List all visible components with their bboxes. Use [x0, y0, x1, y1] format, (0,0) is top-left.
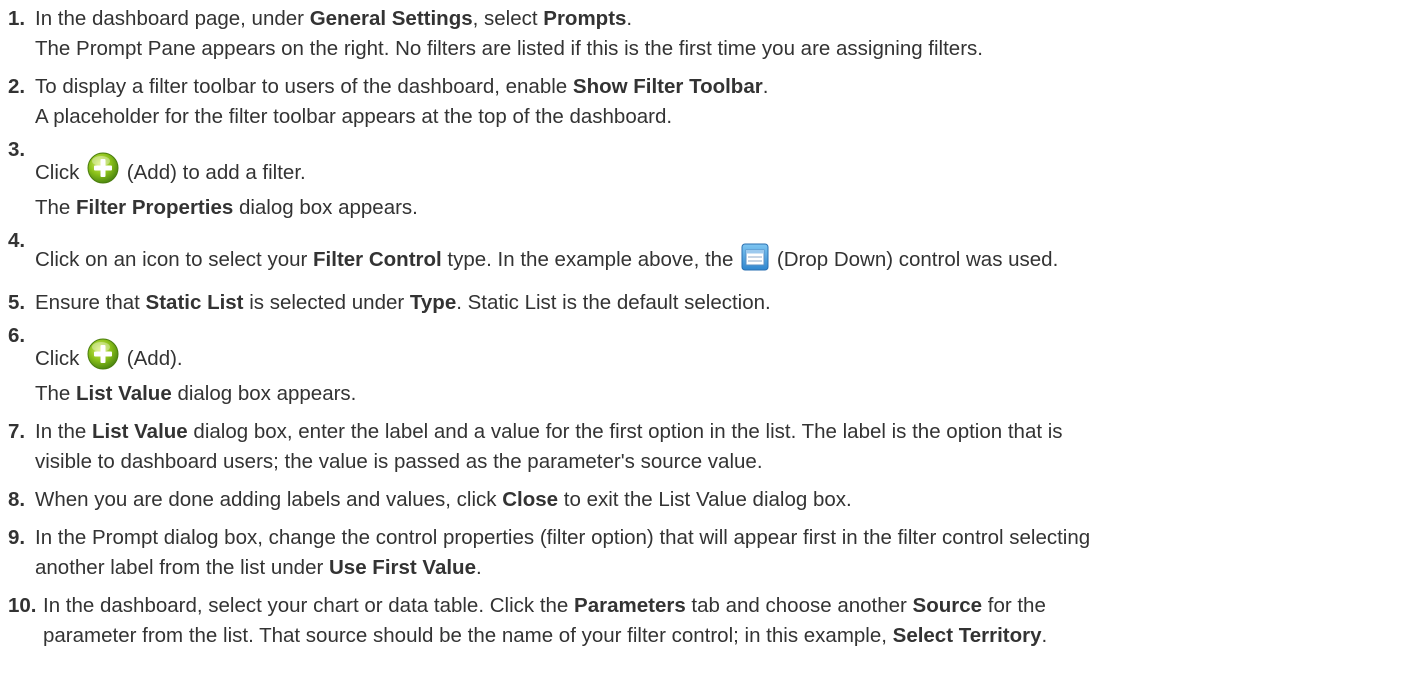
emphasized-term: Parameters [574, 594, 686, 617]
step-text: . Static List is the default selection. [456, 291, 771, 314]
emphasized-term: List Value [76, 382, 172, 405]
step-item: 7. In the List Value dialog box, enter th… [8, 417, 1418, 477]
step-text: another label from the list under [35, 556, 329, 579]
emphasized-term: Show Filter Toolbar [572, 75, 763, 98]
step-text: dialog box, enter the label and a value … [187, 420, 1063, 443]
step-text: (Drop Down) control was used. [771, 248, 1059, 271]
step-text: . [626, 7, 633, 30]
step-number: 8. [8, 488, 26, 511]
step-text-line: In the List Value dialog box, enter the … [35, 417, 1418, 447]
step-item: 6. Click (Add). The List Value dialog box … [8, 324, 1418, 409]
step-text: Click on an icon to select your [35, 248, 314, 271]
step-text: In the [35, 420, 92, 443]
step-text: . [475, 556, 482, 579]
step-number: 7. [8, 420, 26, 443]
step-text-line: In the Prompt dialog box, change the con… [35, 523, 1418, 553]
step-text: In the dashboard page, under [35, 7, 310, 30]
emphasized-term: Source [912, 594, 983, 617]
emphasized-term: Filter Control [313, 248, 442, 271]
step-text-line: another label from the list under Use Fi… [35, 553, 1418, 583]
step-text: The [35, 382, 77, 405]
step-item: 5. Ensure that Static List is selected un… [8, 288, 1418, 318]
step-text-line: In the dashboard page, under General Set… [35, 4, 1418, 34]
step-number: 1. [8, 7, 26, 30]
step-text: (Add) to add a filter. [121, 161, 306, 184]
step-text-line: In the dashboard, select your chart or d… [43, 591, 1418, 621]
step-text: , select [472, 7, 544, 30]
emphasized-term: Use First Value [329, 556, 476, 579]
step-text-line: Click (Add) to add a filter. [35, 140, 1418, 193]
emphasized-term: Filter Properties [76, 196, 234, 219]
step-text: visible to dashboard users; the value is… [35, 450, 763, 473]
step-text: When you are done adding labels and valu… [35, 488, 503, 511]
emphasized-term: Close [502, 488, 559, 511]
step-text: type. In the example above, the [441, 248, 740, 271]
step-text: dialog box appears. [233, 196, 418, 219]
step-number: 2. [8, 75, 26, 98]
step-text: A placeholder for the filter toolbar app… [35, 105, 673, 128]
emphasized-term: Static List [145, 291, 244, 314]
step-text: Click [35, 347, 86, 370]
step-number: 9. [8, 526, 26, 549]
emphasized-term: Select Territory [892, 624, 1042, 647]
add-icon [87, 152, 119, 193]
step-item: 3. Click (Add) to add a filter. The Filter… [8, 138, 1418, 223]
step-text: To display a filter toolbar to users of … [35, 75, 573, 98]
step-text-line: Ensure that Static List is selected unde… [35, 288, 1418, 318]
step-number: 10. [8, 594, 37, 617]
step-text-line: To display a filter toolbar to users of … [35, 72, 1418, 102]
step-text: The Prompt Pane appears on the right. No… [35, 37, 983, 60]
step-text-line: parameter from the list. That source sho… [43, 621, 1418, 651]
emphasized-term: Type [409, 291, 457, 314]
step-text-line: Click (Add). [35, 326, 1418, 379]
emphasized-term: List Value [92, 420, 188, 443]
step-text: for the [982, 594, 1046, 617]
emphasized-term: Prompts [543, 7, 627, 30]
step-text-line: The Prompt Pane appears on the right. No… [35, 34, 1418, 64]
step-item: 10. In the dashboard, select your chart o… [8, 591, 1418, 651]
instruction-steps: 1. In the dashboard page, under General S… [8, 4, 1418, 659]
step-text: parameter from the list. That source sho… [43, 624, 893, 647]
step-text-line: visible to dashboard users; the value is… [35, 447, 1418, 477]
step-number: 4. [8, 229, 26, 252]
step-number: 6. [8, 324, 26, 347]
step-text-line: The Filter Properties dialog box appears… [35, 193, 1418, 223]
step-item: 2. To display a filter toolbar to users o… [8, 72, 1418, 132]
step-text-line: Click on an icon to select your Filter C… [35, 231, 1418, 280]
step-text: In the dashboard, select your chart or d… [43, 594, 575, 617]
step-text: . [762, 75, 769, 98]
dropdown-control-icon [741, 243, 769, 280]
step-text-line: A placeholder for the filter toolbar app… [35, 102, 1418, 132]
add-icon [87, 338, 119, 379]
emphasized-term: General Settings [309, 7, 473, 30]
step-text-line: The List Value dialog box appears. [35, 379, 1418, 409]
step-item: 1. In the dashboard page, under General S… [8, 4, 1418, 64]
step-text: to exit the List Value dialog box. [558, 488, 852, 511]
step-item: 8. When you are done adding labels and va… [8, 485, 1418, 515]
step-text: Ensure that [35, 291, 146, 314]
step-number: 5. [8, 291, 26, 314]
step-text: In the Prompt dialog box, change the con… [35, 526, 1091, 549]
step-text: Click [35, 161, 86, 184]
step-text: . [1041, 624, 1048, 647]
step-text: (Add). [121, 347, 183, 370]
step-item: 4. Click on an icon to select your Filter… [8, 229, 1418, 280]
step-text: dialog box appears. [171, 382, 357, 405]
step-text: The [35, 196, 77, 219]
step-text-line: When you are done adding labels and valu… [35, 485, 1418, 515]
step-number: 3. [8, 138, 26, 161]
step-item: 9. In the Prompt dialog box, change the c… [8, 523, 1418, 583]
step-text: tab and choose another [685, 594, 913, 617]
step-text: is selected under [243, 291, 410, 314]
